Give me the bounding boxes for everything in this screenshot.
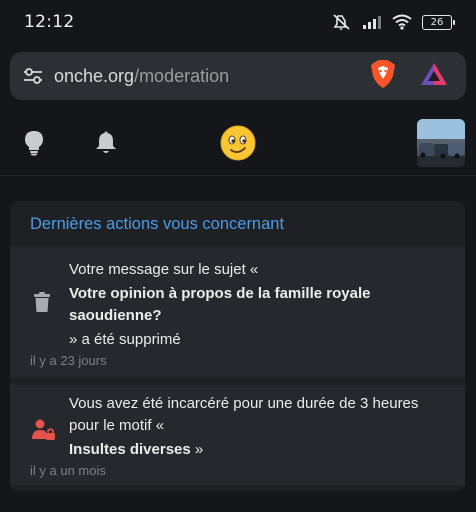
brave-shield-icon[interactable] (370, 59, 396, 93)
notification-line1: Vous avez été incarcéré pour une durée d… (69, 395, 419, 434)
url-path: /moderation (134, 65, 230, 86)
wifi-icon (392, 14, 412, 30)
notification-item[interactable]: Vous avez été incarcéré pour une durée d… (10, 385, 465, 485)
notification-subject-link[interactable]: Votre opinion à propos de la famille roy… (69, 283, 451, 327)
site-settings-icon[interactable] (22, 65, 44, 87)
notification-item[interactable]: Votre message sur le sujet « Votre opini… (10, 247, 465, 377)
trash-icon (32, 291, 56, 317)
brave-rewards-icon[interactable] (420, 61, 448, 91)
status-bar: 12:12 26 (0, 0, 476, 44)
signal-icon (362, 14, 382, 30)
notification-line3: » a été supprimé (69, 331, 181, 348)
card-title: Dernières actions vous concernant (30, 214, 285, 233)
notification-text: Votre message sur le sujet « Votre opini… (69, 259, 451, 351)
notification-line1: Votre message sur le sujet « (69, 261, 259, 278)
notification-reason: Insultes diverses (69, 441, 191, 458)
smiley-icon[interactable] (218, 110, 258, 176)
url-actions (370, 59, 454, 93)
mute-icon (332, 13, 352, 31)
notification-time: il y a 23 jours (30, 353, 107, 368)
url-bar[interactable]: onche.org/moderation (10, 52, 466, 100)
lightbulb-icon[interactable] (20, 110, 48, 176)
status-time: 12:12 (24, 12, 75, 32)
notification-text: Vous avez été incarcéré pour une durée d… (69, 393, 451, 461)
avatar-image (417, 119, 465, 167)
app-toolbar (0, 110, 476, 176)
recent-actions-card: Dernières actions vous concernant Votre … (10, 201, 465, 491)
url-domain: onche.org (54, 65, 135, 86)
user-locked-icon (32, 419, 56, 445)
notification-time: il y a un mois (30, 463, 106, 478)
avatar[interactable] (417, 110, 465, 176)
notification-reason-suffix: » (190, 441, 204, 458)
url-text[interactable]: onche.org/moderation (54, 66, 229, 87)
bell-icon[interactable] (92, 110, 120, 176)
status-icons: 26 (332, 13, 455, 31)
battery-icon: 26 (422, 14, 455, 30)
